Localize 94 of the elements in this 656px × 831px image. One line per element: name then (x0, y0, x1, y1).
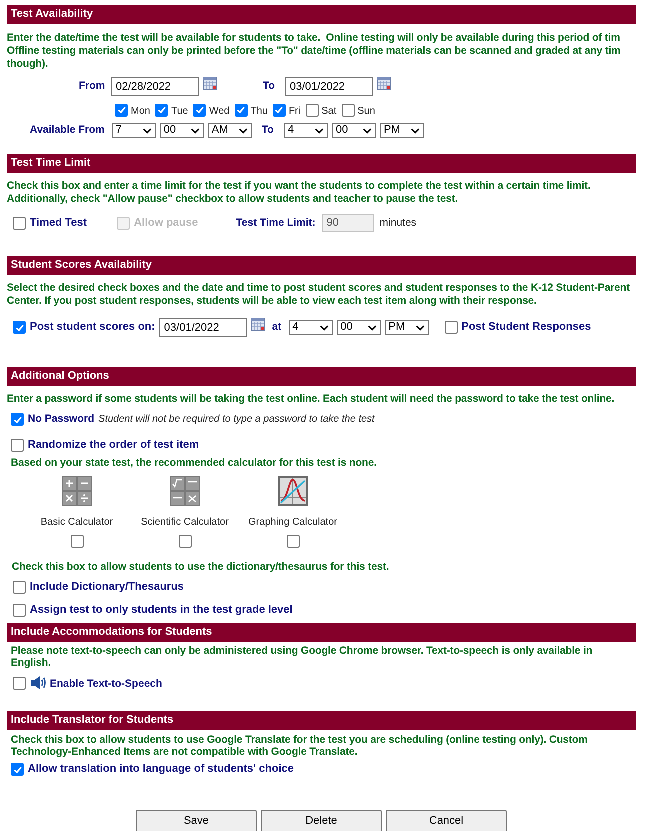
day-label: Tue (171, 105, 188, 118)
section-header: Test Availability (7, 5, 636, 24)
calendar-icon[interactable] (377, 77, 391, 90)
chevron-down-icon (238, 128, 248, 134)
checkbox[interactable] (342, 104, 355, 116)
calculator-label: Graphing Calculator (248, 516, 338, 529)
checkbox[interactable] (70, 535, 84, 548)
calendar-icon[interactable] (251, 318, 266, 331)
description-line: Enter the date/time the test will be available for students to take. Online testing will only be available during this period of tim (7, 32, 622, 45)
section-header: Student Scores Availability (7, 256, 636, 275)
checkbox[interactable] (13, 321, 26, 334)
checkbox-label: Post Student Responses (462, 321, 592, 334)
checkbox[interactable] (13, 216, 26, 230)
time-select[interactable]: 00 (332, 123, 376, 138)
time-select[interactable]: 00 (336, 320, 381, 335)
day-label: Thu (250, 105, 268, 118)
time-select[interactable]: 7 (112, 123, 156, 138)
checkbox-label: Post student scores on: (30, 321, 156, 334)
checkbox[interactable] (286, 535, 300, 548)
checkbox-label: Allow translation into language of students' choice (28, 763, 294, 776)
checkbox[interactable] (11, 439, 24, 452)
description-line: though). (7, 58, 50, 71)
section-header: Additional Options (7, 367, 636, 386)
field-label: at (272, 321, 282, 334)
field-label: To (263, 80, 276, 93)
checkbox-label: Timed Test (30, 216, 88, 230)
chevron-down-icon (416, 324, 425, 330)
checkbox-label: Assign test to only students in the test grade level (30, 604, 293, 617)
chevron-down-icon (190, 128, 200, 134)
chevron-down-icon (314, 128, 324, 134)
chevron-down-icon (410, 128, 420, 134)
section-header: Include Accommodations for Students (7, 623, 636, 642)
field-label: Available From (30, 124, 105, 137)
unit-label: minutes (380, 216, 417, 230)
checkbox[interactable] (11, 763, 24, 776)
description-text: Please note text-to-speech can only be administered using Google Chrome browser. Text-to-speech is only available in English. (11, 645, 594, 669)
description-text: Check this box to allow students to use Google Translate for the test you are scheduling (online testing only). Custom Technology-Enhanced Items are not compatible with Google Translate. (11, 734, 589, 758)
checkbox-label: No Password (28, 413, 95, 426)
time-select[interactable]: PM (384, 320, 429, 335)
date-field[interactable]: 03/01/2022 (159, 318, 248, 337)
speaker-icon (30, 676, 46, 690)
checkbox[interactable] (13, 604, 26, 617)
checkbox[interactable] (272, 104, 286, 116)
date-field[interactable]: 03/01/2022 (285, 77, 373, 96)
checkbox[interactable] (444, 321, 458, 334)
chevron-down-icon (368, 324, 377, 330)
checkbox-label: Randomize the order of test item (28, 439, 200, 452)
action-button[interactable]: Delete (261, 810, 382, 831)
field-label: Test Time Limit: (236, 216, 316, 230)
field-label: To (262, 124, 274, 137)
day-label: Sun (358, 105, 376, 118)
day-label: Wed (209, 105, 230, 118)
checkbox[interactable] (11, 413, 24, 426)
description-text: Enter a password if some students will be taking the test online. Each student will need the password to take the test online. (7, 393, 616, 406)
scientific-calculator-icon[interactable] (170, 476, 200, 506)
date-field[interactable]: 02/28/2022 (111, 77, 199, 96)
time-select[interactable]: PM (380, 123, 424, 138)
checkbox[interactable] (13, 676, 26, 690)
checkbox[interactable] (115, 104, 128, 116)
action-button[interactable]: Cancel (386, 810, 507, 831)
day-label: Sat (322, 105, 337, 118)
checkbox-label: Include Dictionary/Thesaurus (30, 581, 184, 594)
time-select[interactable]: 4 (284, 123, 328, 138)
chevron-down-icon (142, 128, 152, 134)
time-select[interactable]: AM (208, 123, 252, 138)
section-header: Include Translator for Students (7, 711, 636, 730)
day-label: Mon (131, 105, 150, 118)
checkbox-label: Enable Text-to-Speech (50, 678, 162, 691)
checkbox[interactable] (178, 535, 192, 548)
field-label: From (79, 80, 106, 93)
day-label: Fri (288, 105, 301, 118)
basic-calculator-icon[interactable] (62, 476, 92, 506)
calculator-label: Scientific Calculator (141, 516, 229, 529)
checkbox[interactable] (234, 104, 248, 116)
time-select[interactable]: 00 (160, 123, 204, 138)
graph-calculator-icon[interactable] (278, 476, 308, 506)
calendar-icon[interactable] (203, 77, 217, 90)
description-text: Check this box and enter a time limit for the test if you want the students to complete the test within a certain time limit. Additionally, check "Allow pause" checkbox to allow students and teacher to pause the test. (7, 180, 592, 206)
checkbox[interactable] (193, 104, 206, 116)
description-text: Based on your state test, the recommended calculator for this test is none. (11, 457, 378, 470)
chevron-down-icon (320, 324, 329, 330)
checkbox[interactable] (155, 104, 168, 116)
time-select[interactable]: 4 (288, 320, 333, 335)
checkbox[interactable] (13, 581, 26, 594)
chevron-down-icon (362, 128, 372, 134)
description-line: Offline testing materials can only be printed before the "To" date/time (offline materials can be scanned and graded at any tim (7, 45, 622, 58)
action-button[interactable]: Save (136, 810, 257, 831)
section-header: Test Time Limit (7, 154, 636, 173)
checkbox[interactable] (306, 104, 319, 116)
hint-text: Student will not be required to type a password to take the test (98, 413, 375, 426)
checkbox-label: Allow pause (134, 216, 198, 230)
description-text: Check this box to allow students to use the dictionary/thesaurus for this test. (12, 561, 390, 574)
description-text: Select the desired check boxes and the date and time to post student scores and student responses to the K-12 Student-Parent Center. If you post student responses, students will be able to view each test item along with their response. (7, 282, 631, 308)
calculator-label: Basic Calculator (40, 516, 114, 529)
